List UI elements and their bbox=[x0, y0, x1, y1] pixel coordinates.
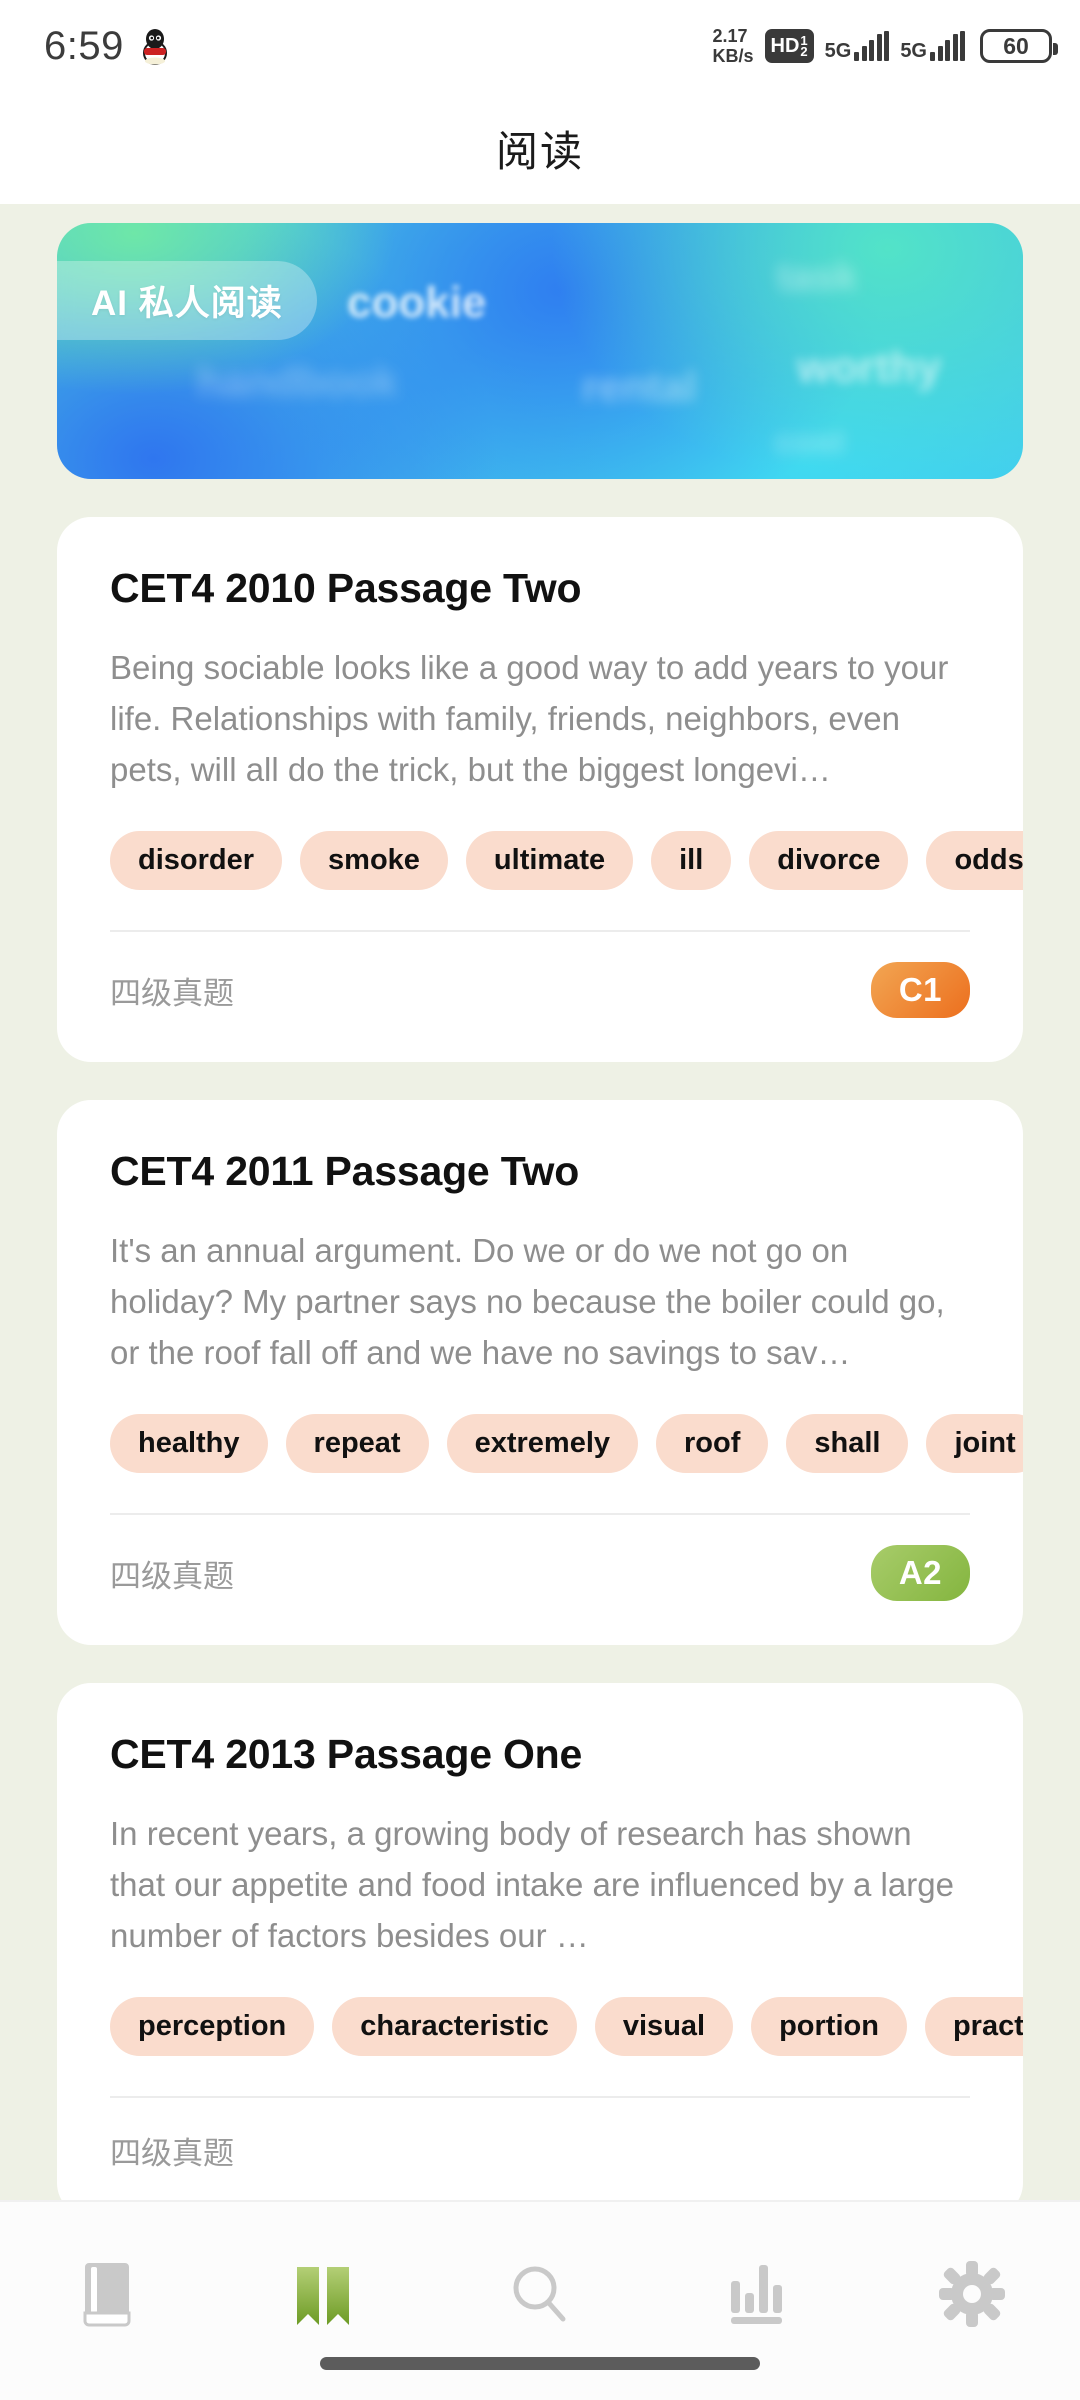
banner-word: handbook bbox=[197, 358, 398, 405]
banner-word: rental bbox=[582, 363, 697, 410]
passage-title: CET4 2011 Passage Two bbox=[110, 1148, 580, 1194]
hd-label: HD bbox=[770, 34, 800, 57]
banner-word: cost bbox=[775, 423, 845, 461]
word-tag[interactable]: portion bbox=[751, 1997, 907, 2056]
book-icon bbox=[79, 2259, 137, 2334]
word-tag[interactable]: repeat bbox=[285, 1414, 429, 1473]
hd-sim-numbers: 1 2 bbox=[800, 33, 808, 59]
passage-source: 四级真题 bbox=[110, 2136, 234, 2171]
battery-indicator: 60 bbox=[980, 29, 1058, 63]
word-tag[interactable]: characteristic bbox=[332, 1997, 577, 2056]
bottom-navigation-bar bbox=[0, 2200, 1080, 2400]
word-tag[interactable]: roof bbox=[656, 1414, 769, 1473]
gear-icon bbox=[939, 2259, 1005, 2334]
search-icon bbox=[507, 2259, 573, 2334]
word-tag-row: disorder smoke ultimate ill divorce odds bbox=[57, 831, 1023, 890]
sim2-network-label: 5G bbox=[900, 40, 927, 62]
word-tag[interactable]: joint bbox=[926, 1414, 1023, 1473]
sim2-signal-indicator: 5G bbox=[900, 31, 965, 61]
scroll-content[interactable]: cookie handbook rental worthy task cost … bbox=[0, 204, 1080, 2204]
word-tag[interactable]: practic bbox=[924, 1997, 1023, 2056]
word-tag-row: perception characteristic visual portion… bbox=[57, 1997, 1023, 2056]
nav-item-statistics[interactable] bbox=[696, 2254, 816, 2338]
nav-item-search[interactable] bbox=[480, 2254, 600, 2338]
bar-chart-icon bbox=[723, 2259, 789, 2334]
sim1-signal-bars-icon bbox=[854, 31, 890, 61]
word-tag-row: healthy repeat extremely roof shall join… bbox=[57, 1414, 1023, 1473]
qq-penguin-icon bbox=[140, 27, 170, 65]
word-tag[interactable]: perception bbox=[110, 1997, 315, 2056]
status-bar: 6:59 2.17 KB/s HD 1 2 5G 5G 60 bbox=[0, 0, 1080, 92]
ai-reading-banner[interactable]: cookie handbook rental worthy task cost … bbox=[57, 223, 1023, 479]
hd-voice-icon: HD 1 2 bbox=[764, 29, 814, 63]
battery-percent: 60 bbox=[1003, 32, 1029, 59]
ai-reading-pill[interactable]: AI 私人阅读 bbox=[57, 261, 317, 340]
passage-card[interactable]: CET4 2013 Passage One In recent years, a… bbox=[57, 1683, 1023, 2204]
passage-title: CET4 2013 Passage One bbox=[110, 1731, 583, 1777]
passage-excerpt: It's an annual argument. Do we or do we … bbox=[110, 1232, 945, 1371]
word-tag[interactable]: disorder bbox=[110, 831, 283, 890]
sim1-signal-indicator: 5G bbox=[825, 31, 890, 61]
word-tag[interactable]: extremely bbox=[446, 1414, 639, 1473]
passage-excerpt: Being sociable looks like a good way to … bbox=[110, 649, 949, 788]
level-badge: C1 bbox=[870, 962, 970, 1018]
passage-card[interactable]: CET4 2011 Passage Two It's an annual arg… bbox=[57, 1100, 1023, 1645]
ai-reading-label: AI 私人阅读 bbox=[91, 284, 283, 323]
word-tag[interactable]: ill bbox=[651, 831, 732, 890]
network-speed-indicator: 2.17 KB/s bbox=[712, 26, 753, 66]
passage-source: 四级真题 bbox=[110, 1558, 234, 1594]
word-tag[interactable]: visual bbox=[594, 1997, 734, 2056]
word-tag[interactable]: healthy bbox=[110, 1414, 268, 1473]
word-tag[interactable]: smoke bbox=[300, 831, 448, 890]
open-book-icon bbox=[291, 2259, 357, 2334]
home-indicator[interactable] bbox=[320, 2357, 760, 2370]
passage-source: 四级真题 bbox=[110, 975, 234, 1011]
app-header: 阅读 bbox=[0, 92, 1080, 204]
word-tag[interactable]: shall bbox=[786, 1414, 909, 1473]
status-bar-right: 2.17 KB/s HD 1 2 5G 5G 60 bbox=[712, 26, 1058, 66]
word-tag[interactable]: divorce bbox=[749, 831, 909, 890]
banner-word: task bbox=[777, 255, 858, 299]
nav-item-reading[interactable] bbox=[264, 2254, 384, 2338]
card-footer: 四级真题 C1 bbox=[57, 932, 1023, 1062]
card-footer: 四级真题 bbox=[57, 2098, 1023, 2204]
word-tag[interactable]: ultimate bbox=[465, 831, 634, 890]
sim2-signal-bars-icon bbox=[930, 31, 965, 61]
banner-word: worthy bbox=[797, 343, 942, 392]
level-badge: A2 bbox=[870, 1545, 970, 1601]
passage-title: CET4 2010 Passage Two bbox=[110, 565, 582, 611]
nav-item-settings[interactable] bbox=[912, 2254, 1032, 2338]
banner-word: cookie bbox=[347, 278, 487, 327]
passage-card[interactable]: CET4 2010 Passage Two Being sociable loo… bbox=[57, 517, 1023, 1062]
nav-item-library[interactable] bbox=[48, 2254, 168, 2338]
page-title: 阅读 bbox=[495, 127, 584, 175]
network-speed-value: 2.17 bbox=[712, 26, 748, 46]
card-footer: 四级真题 A2 bbox=[57, 1515, 1023, 1645]
network-speed-unit: KB/s bbox=[712, 46, 754, 66]
passage-excerpt: In recent years, a growing body of resea… bbox=[110, 1815, 954, 1954]
sim1-network-label: 5G bbox=[824, 40, 852, 62]
status-clock: 6:59 bbox=[44, 23, 124, 68]
word-tag[interactable]: odds bbox=[926, 831, 1023, 890]
status-bar-left: 6:59 bbox=[44, 24, 170, 69]
phone-screen: 6:59 2.17 KB/s HD 1 2 5G 5G 60 阅读 cookie… bbox=[0, 0, 1080, 2400]
